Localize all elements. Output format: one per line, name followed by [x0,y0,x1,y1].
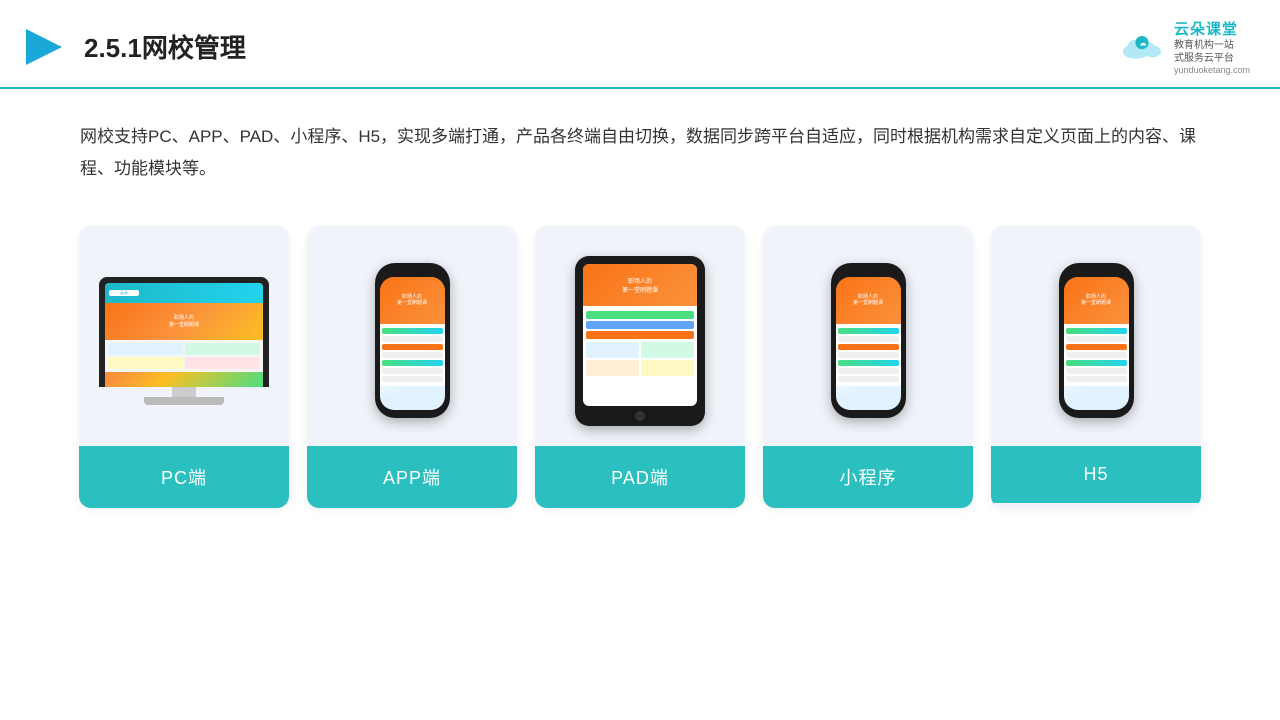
pad-card: 职场人的第一堂刷题课 [535,226,745,508]
pc-card: 云朵 职场人的第一堂刷题课 [79,226,289,508]
pc-label: PC端 [79,446,289,508]
h5-label: H5 [991,446,1201,503]
miniprogram-image-area: 职场人的第一堂刷题课 [763,226,973,446]
app-phone-mockup: 职场人的第一堂刷题课 [375,263,450,418]
h5-image-area: 职场人的第一堂刷题课 [991,226,1201,446]
app-card: 职场人的第一堂刷题课 APP端 [307,226,517,508]
description-text: 网校支持PC、APP、PAD、小程序、H5，实现多端打通，产品各终端自由切换，数… [0,89,1280,206]
brand-info: 云朵课堂 教育机构一站 式服务云平台 yunduoketang.com [1174,18,1250,75]
miniprogram-phone-mockup: 职场人的第一堂刷题课 [831,263,906,418]
page-title: 2.5.1网校管理 [84,28,246,65]
miniprogram-card: 职场人的第一堂刷题课 小程序 [763,226,973,508]
header-left: 2.5.1网校管理 [20,23,246,71]
h5-phone-mockup: 职场人的第一堂刷题课 [1059,263,1134,418]
pad-label: PAD端 [535,446,745,508]
ipad-mockup: 职场人的第一堂刷题课 [575,256,705,426]
platform-cards: 云朵 职场人的第一堂刷题课 [0,206,1280,528]
app-label: APP端 [307,446,517,508]
logo-icon [20,23,68,71]
h5-card: 职场人的第一堂刷题课 H5 [991,226,1201,508]
cloud-icon: ☁ [1120,33,1164,61]
pad-image-area: 职场人的第一堂刷题课 [535,226,745,446]
miniprogram-label: 小程序 [763,446,973,508]
svg-text:☁: ☁ [1139,38,1146,47]
pc-image-area: 云朵 职场人的第一堂刷题课 [79,226,289,446]
app-image-area: 职场人的第一堂刷题课 [307,226,517,446]
pc-mockup: 云朵 职场人的第一堂刷题课 [99,277,269,405]
header-right: ☁ 云朵课堂 教育机构一站 式服务云平台 yunduoketang.com [1120,18,1250,75]
header: 2.5.1网校管理 ☁ 云朵课堂 教育机构一站 式服务云平台 yunduoket… [0,0,1280,89]
